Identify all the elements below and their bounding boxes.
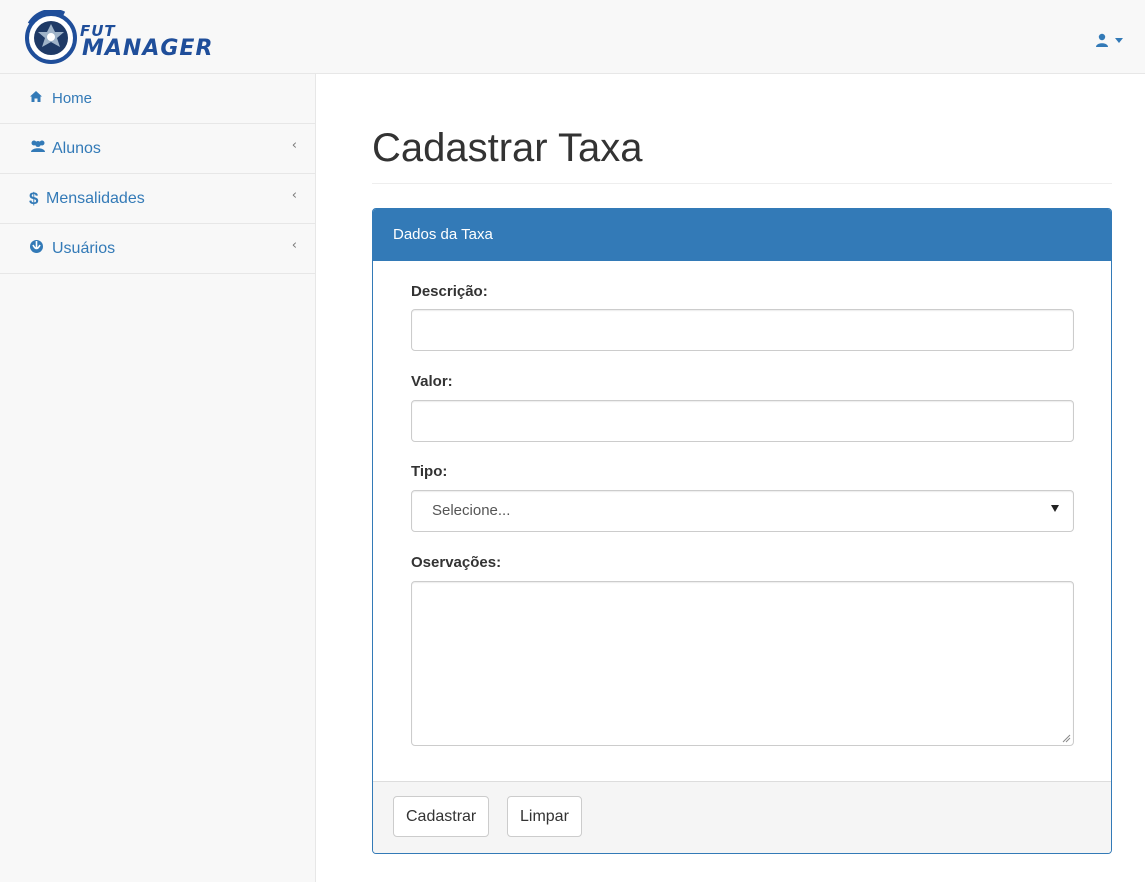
chevron-left-icon: ‹	[291, 188, 297, 203]
tipo-label: Tipo:	[411, 463, 448, 480]
sidebar-item-label: Home	[52, 90, 93, 107]
panel-heading: Dados da Taxa	[373, 209, 1111, 261]
dollar-icon: $	[29, 188, 39, 208]
valor-label: Valor:	[411, 373, 453, 390]
chevron-left-icon: ‹	[291, 238, 297, 253]
brand-text-line2: MANAGER	[82, 36, 214, 61]
rebel-icon	[29, 239, 47, 259]
sidebar-item-alunos[interactable]: Alunos ‹	[0, 124, 315, 174]
sidebar-item-label: Alunos	[52, 139, 101, 157]
caret-down-icon	[1115, 38, 1123, 43]
top-navbar: FUT MANAGER	[0, 0, 1145, 74]
valor-input[interactable]	[411, 400, 1074, 442]
sidebar-item-home[interactable]: Home	[0, 74, 315, 124]
page-title: Cadastrar Taxa	[372, 126, 643, 170]
sidebar: Home Alunos ‹ $ Mensalidades ‹ Usuários …	[0, 74, 316, 882]
sidebar-item-mensalidades[interactable]: $ Mensalidades ‹	[0, 174, 315, 224]
panel-body: Descrição: Valor: Tipo: Selecione... Ose…	[373, 261, 1111, 783]
resize-handle-icon[interactable]	[1062, 734, 1071, 743]
panel-footer: Cadastrar Limpar	[373, 781, 1111, 853]
user-icon	[1096, 33, 1108, 47]
soccer-ball-logo-icon	[25, 10, 77, 64]
descricao-label: Descrição:	[411, 283, 488, 300]
user-menu-toggle[interactable]	[1095, 30, 1131, 50]
caret-down-icon	[1051, 505, 1059, 512]
limpar-button[interactable]: Limpar	[507, 796, 582, 837]
users-icon	[29, 139, 47, 158]
tipo-selected-value: Selecione...	[432, 502, 511, 519]
form-panel: Dados da Taxa Descrição: Valor: Tipo: Se…	[372, 208, 1112, 854]
observacoes-label: Oservações:	[411, 554, 502, 571]
chevron-left-icon: ‹	[291, 138, 297, 153]
descricao-input[interactable]	[411, 309, 1074, 351]
cadastrar-button[interactable]: Cadastrar	[393, 796, 490, 837]
observacoes-wrapper	[411, 581, 1074, 746]
brand-logo[interactable]: FUT MANAGER	[24, 10, 234, 66]
observacoes-textarea[interactable]	[411, 581, 1074, 746]
sidebar-item-label: Usuários	[52, 239, 116, 257]
title-divider	[372, 183, 1112, 184]
sidebar-item-label: Mensalidades	[46, 189, 145, 207]
tipo-select[interactable]: Selecione...	[411, 490, 1074, 532]
home-icon	[29, 90, 47, 107]
sidebar-item-usuarios[interactable]: Usuários ‹	[0, 224, 315, 274]
